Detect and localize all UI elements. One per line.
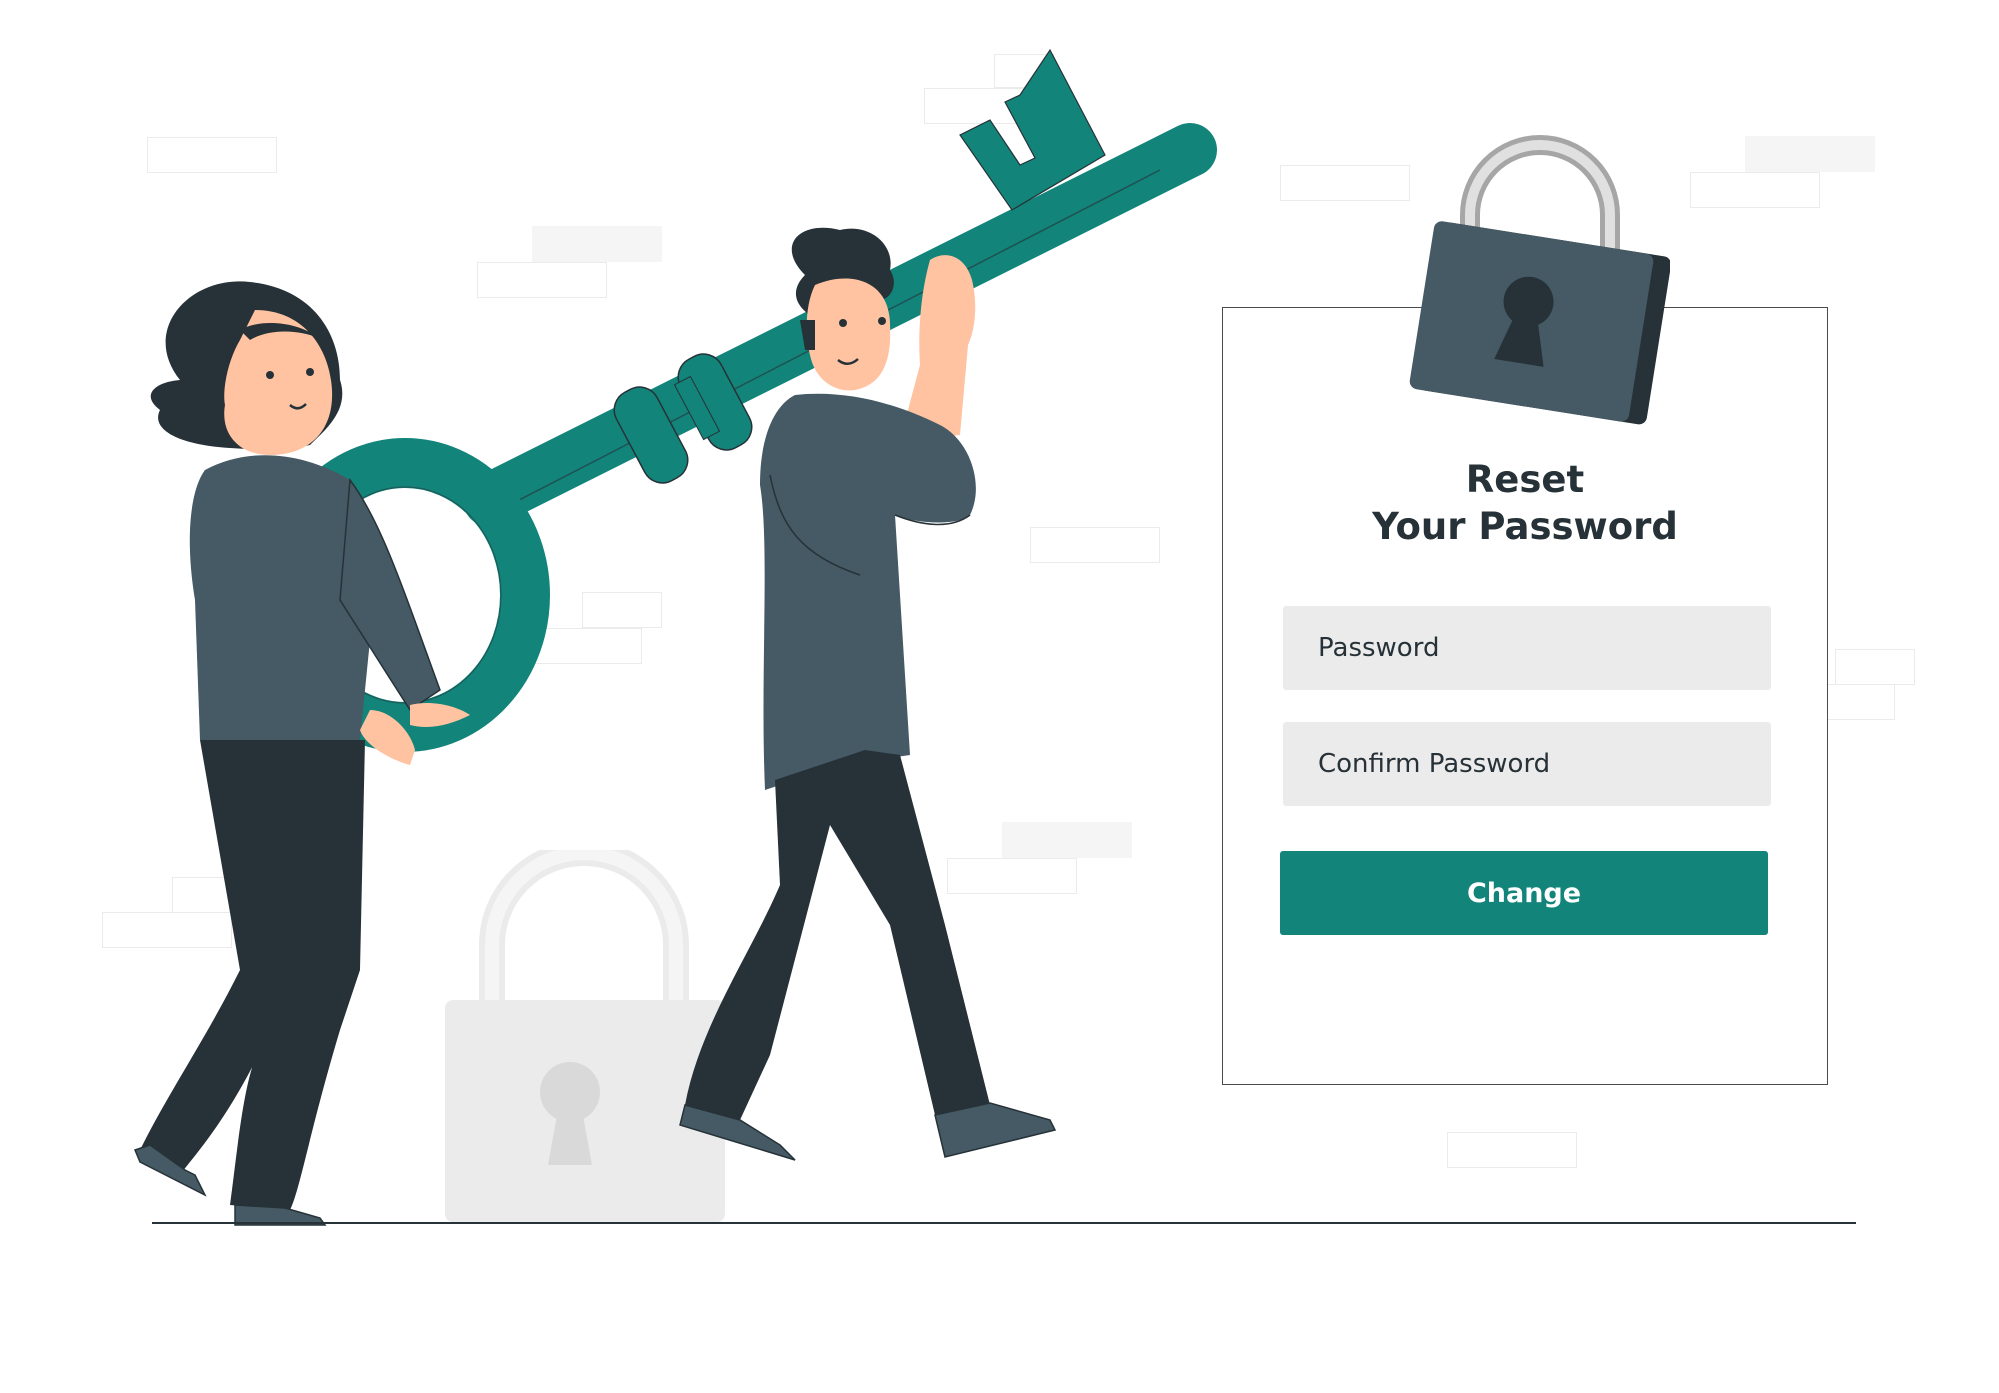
woman-figure <box>133 281 470 1226</box>
illustration-scene: Reset Your Password Change <box>0 0 1999 1393</box>
change-button[interactable]: Change <box>1280 851 1768 935</box>
password-input[interactable] <box>1283 606 1771 690</box>
background-tile <box>147 137 277 173</box>
man-figure <box>679 227 1057 1161</box>
background-tile <box>1745 136 1875 172</box>
background-tile <box>1447 1132 1577 1168</box>
padlock-icon <box>1409 135 1670 425</box>
background-tile <box>1820 684 1895 720</box>
background-tile <box>1835 649 1915 685</box>
ground-line <box>152 1222 1856 1224</box>
background-tile <box>1690 172 1820 208</box>
background-tile <box>1280 165 1410 201</box>
confirm-password-input[interactable] <box>1283 722 1771 806</box>
card-title: Reset Your Password <box>1372 458 1678 548</box>
